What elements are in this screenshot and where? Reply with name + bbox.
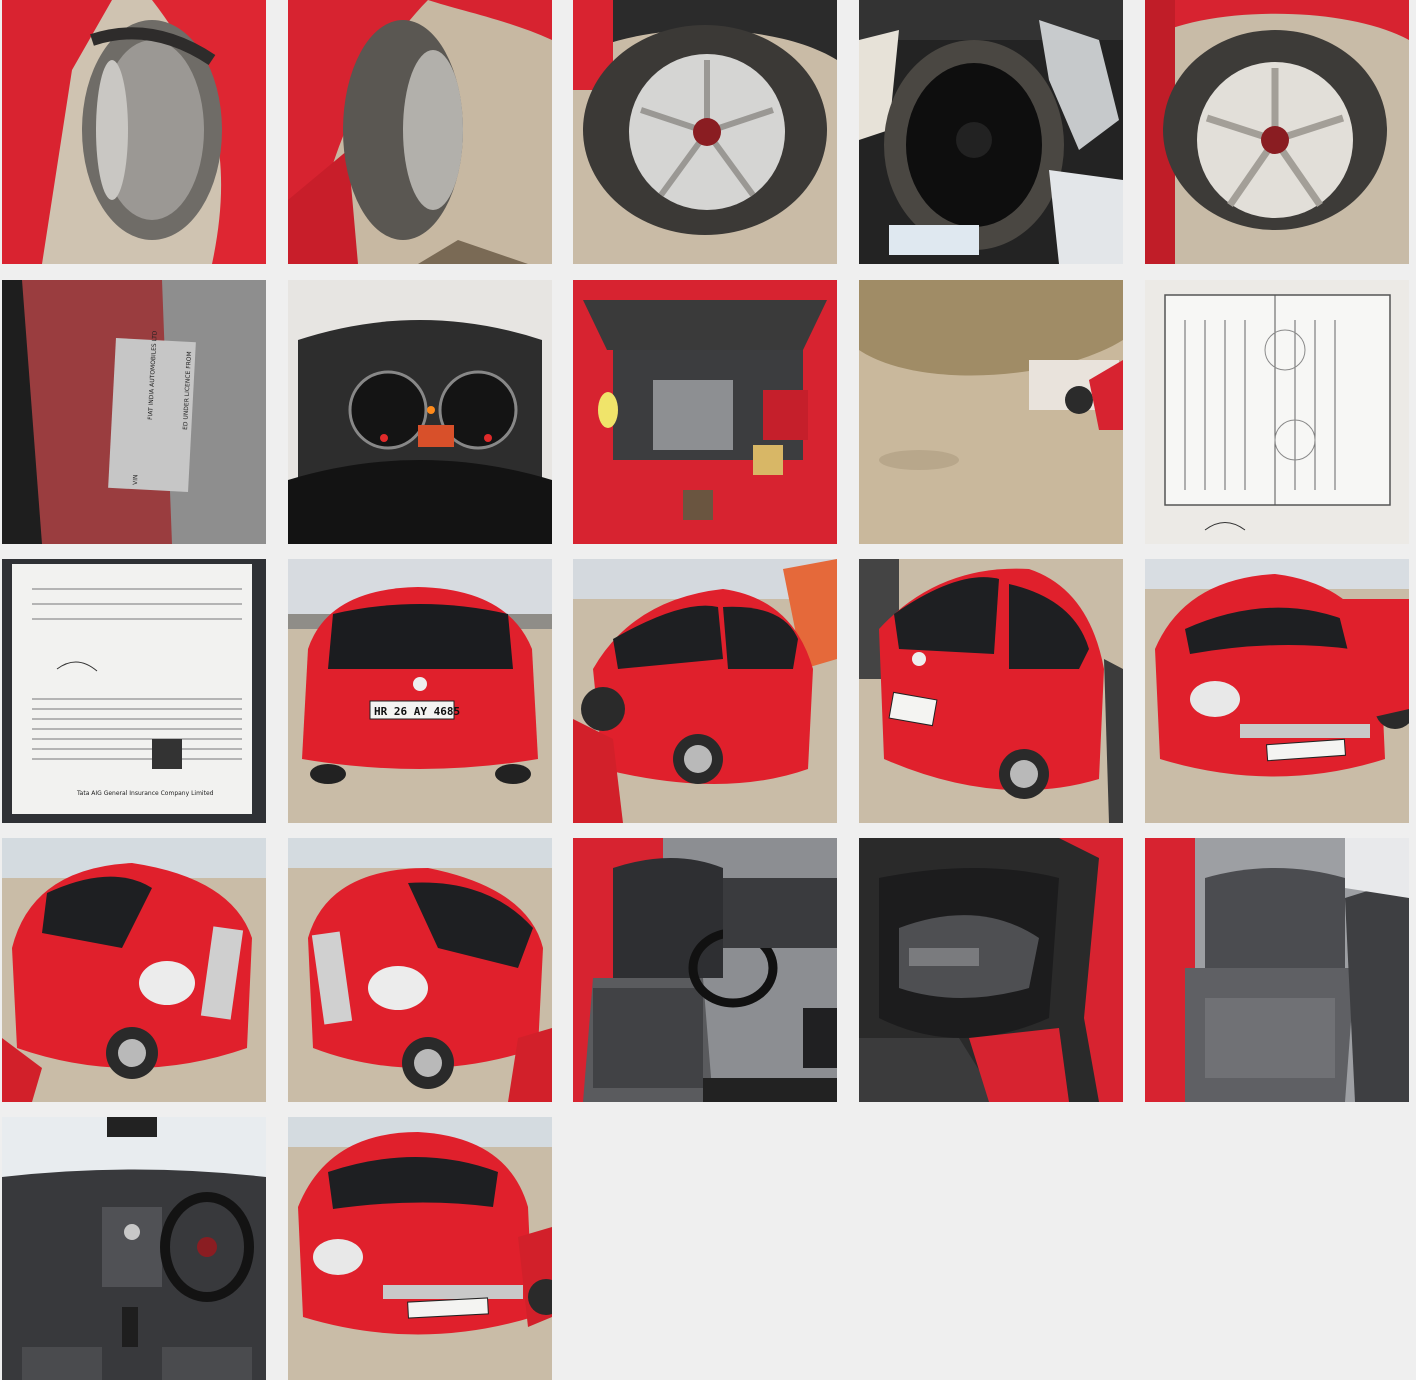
photo-engine-bay[interactable] <box>573 280 837 544</box>
photo-rear-tyre-alloy[interactable] <box>573 0 837 264</box>
photo-front-view[interactable] <box>288 1117 552 1380</box>
photo-rear-view[interactable]: HR 26 AY 4685 <box>288 559 552 823</box>
photo-registration-certificate[interactable] <box>1145 280 1409 544</box>
photo-rear-right-tyre-alloy[interactable] <box>1145 0 1409 264</box>
photo-rear-left-view[interactable] <box>573 559 837 823</box>
photo-vin-plate[interactable]: FIAT INDIA AUTOMOBILES LTD ED UNDER LICE… <box>2 280 266 544</box>
photo-rear-right-view[interactable] <box>859 559 1123 823</box>
photo-insurance-document[interactable]: Tata AIG General Insurance Company Limit… <box>2 559 266 823</box>
photo-spare-wheel[interactable] <box>859 0 1123 264</box>
photo-front-left-angle[interactable] <box>2 838 266 1102</box>
vin-label-text: VIN <box>132 474 140 485</box>
photo-front-left-view[interactable] <box>1145 559 1409 823</box>
insurer-footer-text: Tata AIG General Insurance Company Limit… <box>76 790 214 797</box>
photo-front-right-tyre[interactable] <box>288 0 552 264</box>
photo-dashboard[interactable] <box>2 1117 266 1380</box>
photo-door-panel[interactable] <box>859 838 1123 1102</box>
photo-gallery: FIAT INDIA AUTOMOBILES LTD ED UNDER LICE… <box>0 0 1416 1380</box>
photo-instrument-cluster[interactable] <box>288 280 552 544</box>
rear-plate-text: HR 26 AY 4685 <box>374 705 460 718</box>
photo-front-right-view[interactable] <box>288 838 552 1102</box>
photo-front-cabin[interactable] <box>573 838 837 1102</box>
photo-underbody[interactable] <box>859 280 1123 544</box>
photo-front-left-tyre[interactable] <box>2 0 266 264</box>
photo-rear-seat[interactable] <box>1145 838 1409 1102</box>
